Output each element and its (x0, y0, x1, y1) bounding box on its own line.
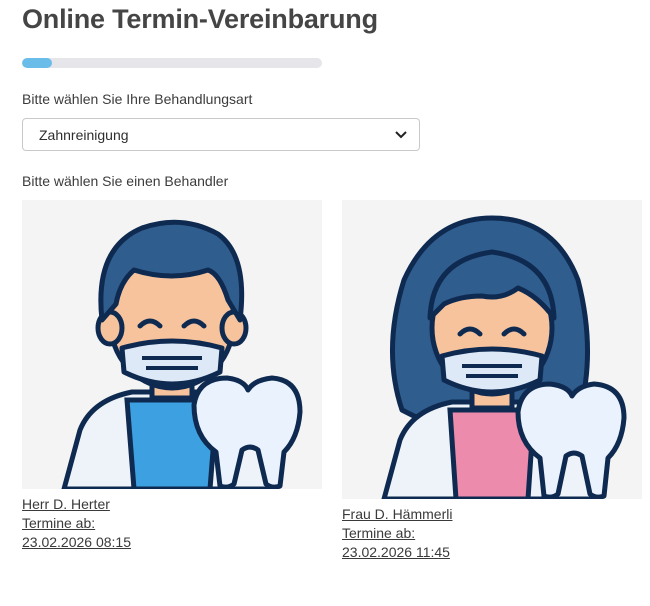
practitioner-name-link[interactable]: Herr D. Herter (22, 495, 322, 514)
treatment-select[interactable]: Zahnreinigung (22, 118, 420, 151)
practitioner-label: Bitte wählen Sie einen Behandler (22, 173, 229, 189)
progress-bar (22, 58, 322, 68)
appointments-label-link[interactable]: Termine ab: (342, 524, 642, 543)
practitioner-card-herter[interactable]: Herr D. Herter Termine ab: 23.02.2026 08… (22, 200, 322, 552)
appointments-label-link[interactable]: Termine ab: (22, 514, 322, 533)
treatment-label: Bitte wählen Sie Ihre Behandlungsart (22, 91, 253, 107)
practitioner-avatar-male[interactable] (22, 200, 322, 489)
page-title: Online Termin-Vereinbarung (22, 4, 378, 34)
practitioner-card-haemmerli[interactable]: Frau D. Hämmerli Termine ab: 23.02.2026 … (342, 200, 642, 562)
appointment-date-link[interactable]: 23.02.2026 08:15 (22, 533, 322, 552)
progress-bar-fill (22, 58, 52, 68)
practitioner-avatar-female[interactable] (342, 200, 642, 499)
treatment-select-value: Zahnreinigung (39, 126, 129, 143)
appointment-date-link[interactable]: 23.02.2026 11:45 (342, 543, 642, 562)
chevron-down-icon (395, 129, 407, 141)
practitioner-name-link[interactable]: Frau D. Hämmerli (342, 505, 642, 524)
